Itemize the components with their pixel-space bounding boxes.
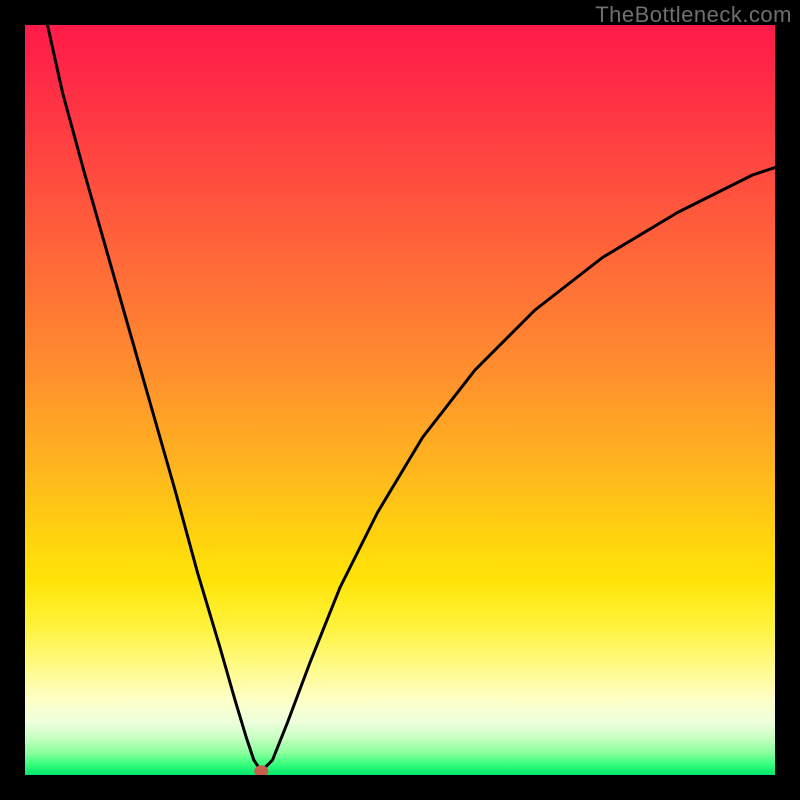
- curve-path: [48, 25, 776, 771]
- watermark-text: TheBottleneck.com: [595, 2, 792, 28]
- plot-area: [25, 25, 775, 775]
- chart-frame: TheBottleneck.com: [0, 0, 800, 800]
- bottleneck-curve: [25, 25, 775, 775]
